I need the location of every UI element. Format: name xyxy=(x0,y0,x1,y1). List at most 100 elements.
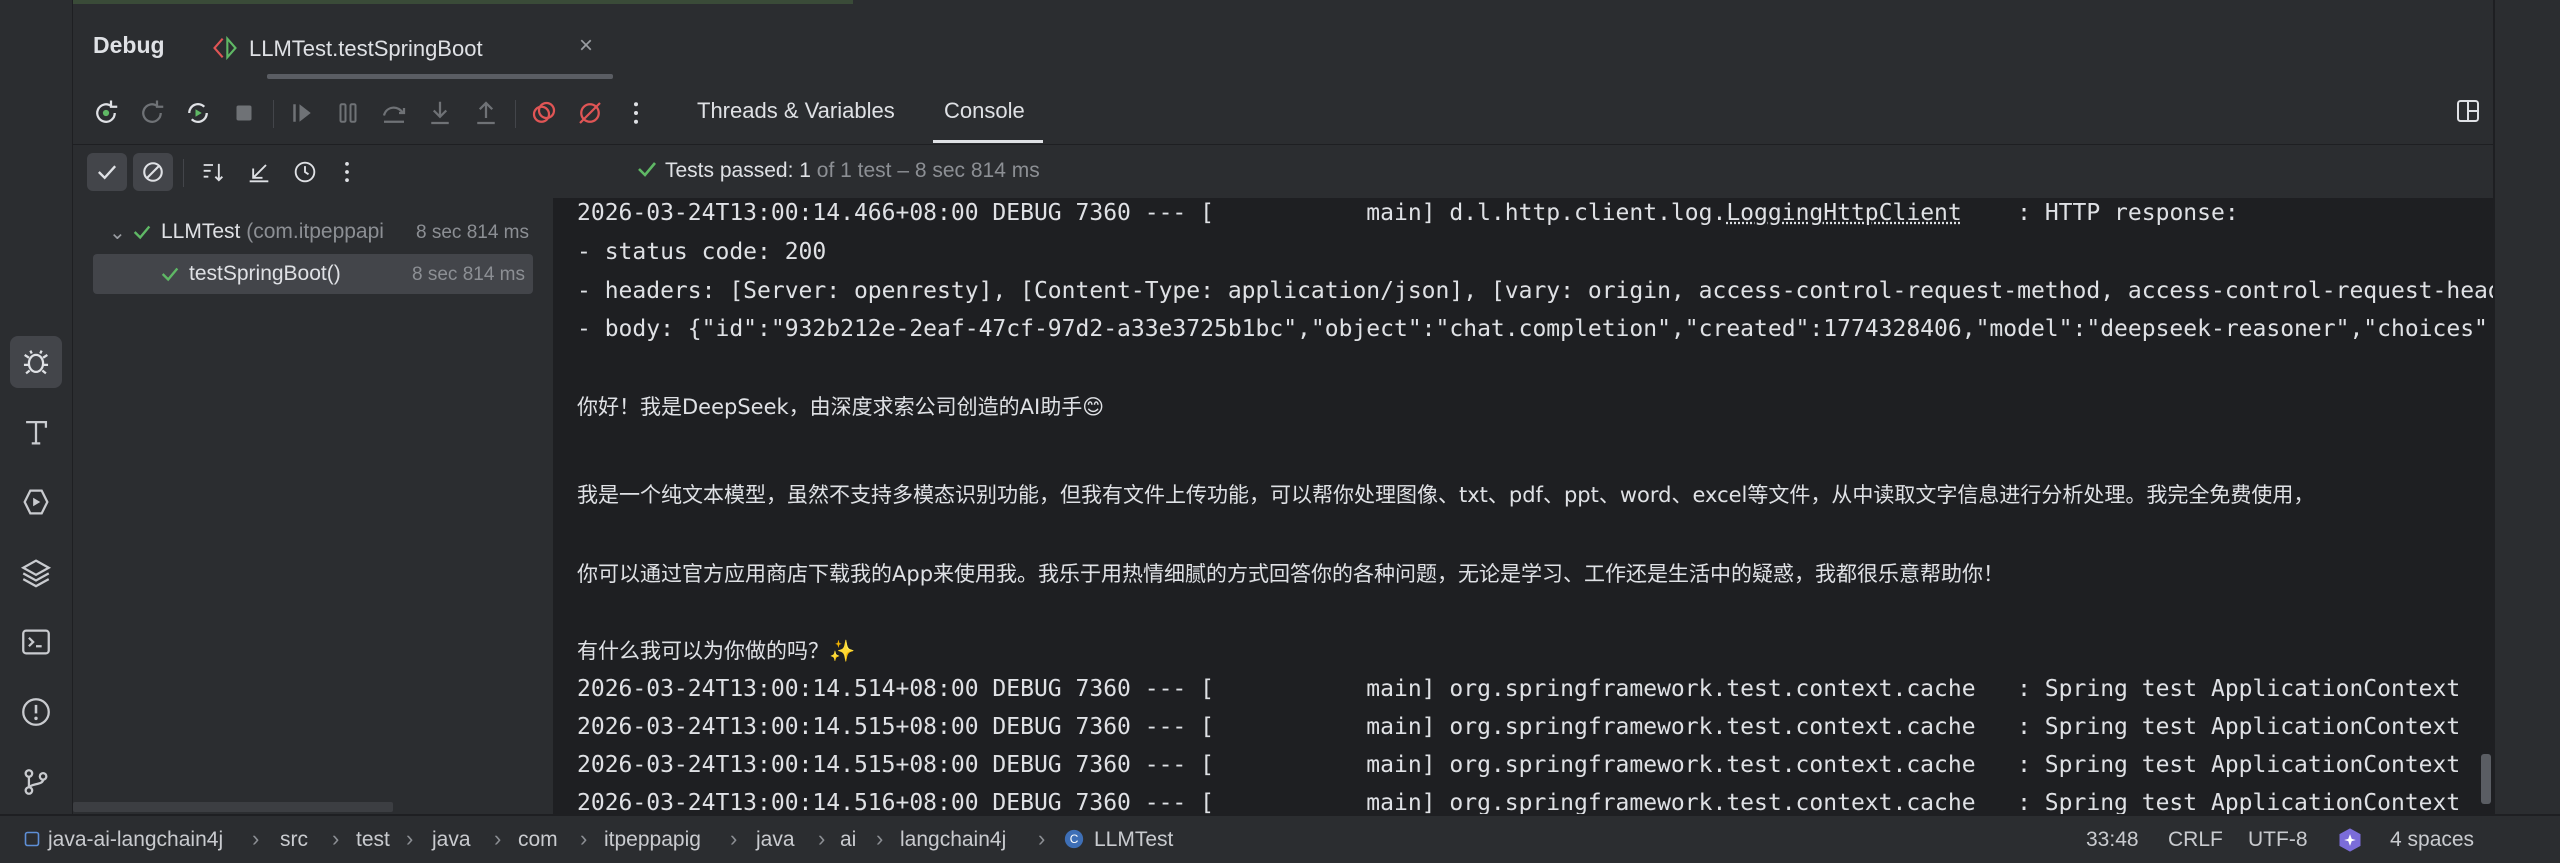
class-name: LLMTest xyxy=(161,220,240,243)
view-breakpoints-button[interactable] xyxy=(525,94,563,132)
ai-assistant-icon[interactable] xyxy=(2336,826,2364,854)
tab-selected-indicator xyxy=(267,74,613,79)
class-package: (com.itpeppapi xyxy=(246,220,384,243)
line-ending[interactable]: CRLF xyxy=(2168,828,2223,852)
check-icon xyxy=(93,158,121,186)
test-tree-toolbar xyxy=(73,145,553,197)
debug-toolbar: Threads & Variables Console xyxy=(73,82,2493,145)
step-over-button[interactable] xyxy=(375,94,413,132)
console-class-link[interactable]: LoggingHttpClient xyxy=(1726,200,1961,226)
breadcrumb-item[interactable]: langchain4j xyxy=(900,828,1006,852)
class-icon: C xyxy=(1063,828,1085,850)
right-tool-strip xyxy=(2494,0,2560,814)
breadcrumb-item[interactable]: LLMTest xyxy=(1094,828,1173,852)
indent-setting[interactable]: 4 spaces xyxy=(2390,828,2474,852)
git-tool-button[interactable] xyxy=(10,756,62,808)
breakpoints-icon xyxy=(529,98,559,128)
terminal-tool-button[interactable] xyxy=(10,616,62,668)
tree-more-button[interactable] xyxy=(327,153,367,191)
ignored-icon xyxy=(139,158,167,186)
step-out-icon xyxy=(471,98,501,128)
mute-breakpoints-icon xyxy=(575,98,605,128)
file-encoding[interactable]: UTF-8 xyxy=(2248,828,2308,852)
console-line-text: 2026-03-24T13:00:14.514+08:00 DEBUG 7360… xyxy=(577,676,2460,702)
breadcrumb-separator: › xyxy=(580,826,587,852)
build-icon xyxy=(19,415,53,449)
auto-rerun-icon xyxy=(183,98,213,128)
console-line: - status code: 200 xyxy=(577,237,826,267)
breadcrumb-item[interactable]: java-ai-langchain4j xyxy=(48,828,223,852)
collapse-icon xyxy=(245,158,273,186)
breadcrumb-item[interactable]: com xyxy=(518,828,558,852)
build-tool-button[interactable] xyxy=(10,406,62,458)
close-tab-icon[interactable]: × xyxy=(579,32,593,60)
console-line: 2026-03-24T13:00:14.516+08:00 DEBUG 7360… xyxy=(577,788,2460,814)
problems-icon xyxy=(19,695,53,729)
step-out-button[interactable] xyxy=(467,94,505,132)
console-line: 我是一个纯文本模型，虽然不支持多模态识别功能，但我有文件上传功能，可以帮你处理图… xyxy=(577,480,2314,510)
debug-tool-button[interactable] xyxy=(10,336,62,388)
show-ignored-button[interactable] xyxy=(133,153,173,191)
console-scrollbar[interactable] xyxy=(2481,754,2491,804)
breadcrumb-item[interactable]: java xyxy=(756,828,795,852)
console-line: - headers: [Server: openresty], [Content… xyxy=(577,276,2493,306)
console-line: 有什么我可以为你做的吗？✨ xyxy=(577,636,855,666)
rerun-button[interactable] xyxy=(87,94,125,132)
tool-window-title: Debug xyxy=(93,32,165,59)
test-class-name: LLMTest (com.itpeppapi xyxy=(161,220,384,244)
passed-count: 1 xyxy=(799,159,811,182)
git-icon xyxy=(19,765,53,799)
more-actions-button[interactable] xyxy=(617,94,655,132)
collapse-all-button[interactable] xyxy=(239,153,279,191)
tab-threads-variables[interactable]: Threads & Variables xyxy=(697,98,895,124)
mute-breakpoints-button[interactable] xyxy=(571,94,609,132)
breadcrumb-item[interactable]: test xyxy=(356,828,390,852)
console-line: 2026-03-24T13:00:14.466+08:00 DEBUG 7360… xyxy=(577,198,2239,228)
stop-button[interactable] xyxy=(225,94,263,132)
sort-button[interactable] xyxy=(193,153,233,191)
breadcrumb-item[interactable]: itpeppapig xyxy=(604,828,701,852)
cursor-position[interactable]: 33:48 xyxy=(2086,828,2139,852)
breadcrumb-separator: › xyxy=(332,826,339,852)
tree-node-llmtest[interactable]: ⌄ LLMTest (com.itpeppapi 8 sec 814 ms xyxy=(93,212,533,252)
test-method-name: testSpringBoot() xyxy=(189,262,341,286)
breadcrumb-separator: › xyxy=(252,826,259,852)
layout-settings-icon[interactable] xyxy=(2453,96,2483,126)
console-tab-indicator xyxy=(933,140,1043,143)
chevron-down-icon[interactable]: ⌄ xyxy=(109,220,126,245)
console-output[interactable]: 2026-03-24T13:00:14.466+08:00 DEBUG 7360… xyxy=(553,198,2493,814)
console-line-text: - headers: [Server: openresty], [Content… xyxy=(577,278,2493,304)
run-configuration-tab[interactable]: LLMTest.testSpringBoot × xyxy=(193,18,613,80)
test-status-line: Tests passed: 1 of 1 test – 8 sec 814 ms xyxy=(553,145,2493,197)
tab-console[interactable]: Console xyxy=(944,98,1025,124)
console-line: 2026-03-24T13:00:14.514+08:00 DEBUG 7360… xyxy=(577,674,2460,704)
tab-header: Debug LLMTest.testSpringBoot × xyxy=(73,4,2493,82)
breadcrumb-item[interactable]: ai xyxy=(840,828,856,852)
console-line-text: : HTTP response: xyxy=(1962,200,2239,226)
svg-text:C: C xyxy=(1070,832,1079,846)
layers-tool-button[interactable] xyxy=(10,546,62,598)
console-line-text: 有什么我可以为你做的吗？✨ xyxy=(577,639,855,663)
breadcrumb-separator: › xyxy=(1038,826,1045,852)
resume-button[interactable] xyxy=(283,94,321,132)
test-history-button[interactable] xyxy=(285,153,325,191)
more-vertical-icon xyxy=(621,98,651,128)
debug-icon xyxy=(19,345,53,379)
passed-check-icon xyxy=(159,263,181,285)
console-line: 2026-03-24T13:00:14.515+08:00 DEBUG 7360… xyxy=(577,712,2460,742)
breadcrumb-item[interactable]: java xyxy=(432,828,471,852)
debug-tool-window: Debug LLMTest.testSpringBoot × Threads &… xyxy=(73,0,2493,814)
problems-tool-button[interactable] xyxy=(10,686,62,738)
step-into-button[interactable] xyxy=(421,94,459,132)
rerun-failed-button[interactable] xyxy=(133,94,171,132)
step-into-icon xyxy=(425,98,455,128)
tree-node-testspringboot[interactable]: testSpringBoot() 8 sec 814 ms xyxy=(93,254,533,294)
toggle-auto-test-button[interactable] xyxy=(179,94,217,132)
console-line-text: - body: {"id":"932b212e-2eaf-47cf-97d2-a… xyxy=(577,316,2488,342)
breadcrumb-item[interactable]: src xyxy=(280,828,308,852)
tree-horizontal-scrollbar[interactable] xyxy=(73,802,393,812)
services-tool-button[interactable] xyxy=(10,476,62,528)
show-passed-button[interactable] xyxy=(87,153,127,191)
pause-button[interactable] xyxy=(329,94,367,132)
tests-passed-icon xyxy=(635,157,659,181)
